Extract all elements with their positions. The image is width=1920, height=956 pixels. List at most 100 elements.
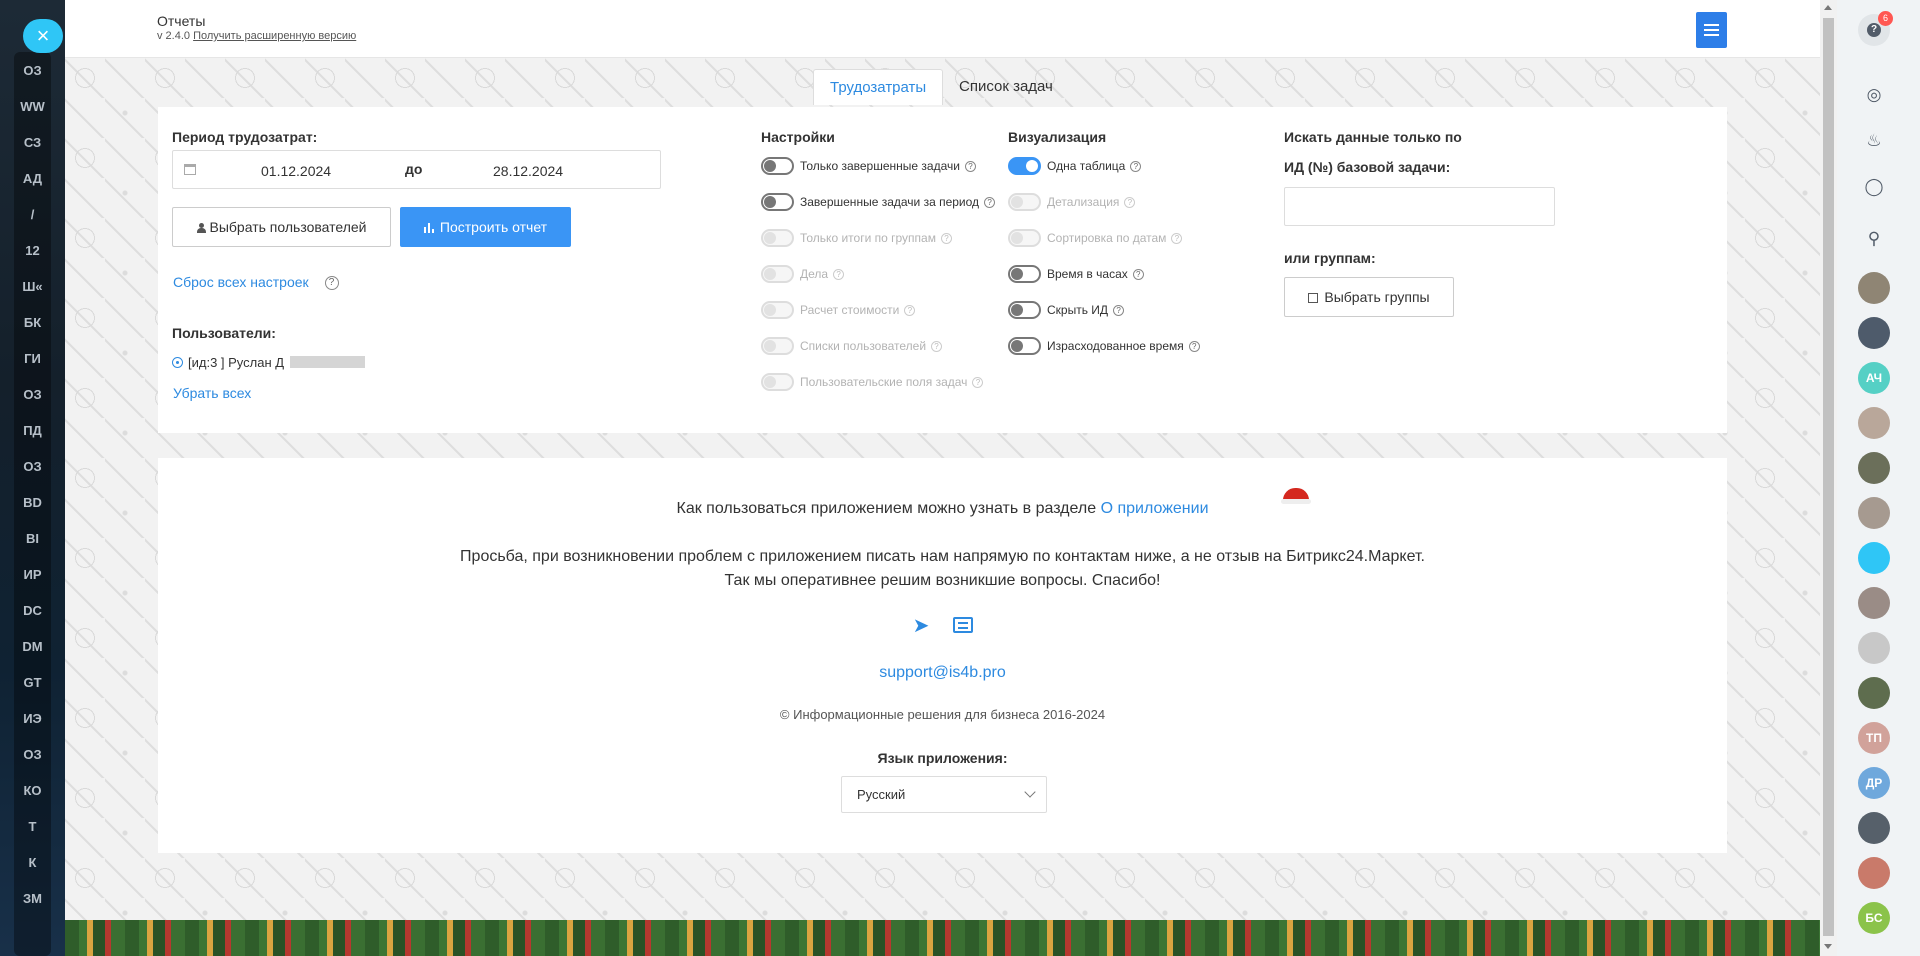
- close-icon[interactable]: ×: [23, 19, 63, 53]
- settings-section-title: Настройки: [761, 129, 835, 145]
- sidebar-item[interactable]: Т: [14, 813, 51, 841]
- avatar[interactable]: БС: [1858, 902, 1890, 934]
- avatar[interactable]: [1858, 542, 1890, 574]
- sidebar-item[interactable]: БК: [14, 309, 51, 337]
- upgrade-link[interactable]: Получить расширенную версию: [193, 30, 356, 42]
- toggle-switch[interactable]: [761, 373, 794, 391]
- toggle-switch[interactable]: [761, 193, 794, 211]
- sidebar-item[interactable]: BD: [14, 489, 51, 517]
- toggle-switch[interactable]: [1008, 229, 1041, 247]
- sidebar-item[interactable]: BI: [14, 525, 51, 553]
- sidebar-item[interactable]: ОЗ: [14, 741, 51, 769]
- toggle-switch[interactable]: [1008, 193, 1041, 211]
- toggle-switch[interactable]: [761, 229, 794, 247]
- help-icon[interactable]: ?: [1113, 305, 1125, 317]
- help-icon[interactable]: ?: [904, 305, 916, 317]
- date-range-field[interactable]: 01.12.2024 до 28.12.2024: [172, 150, 661, 189]
- help-icon[interactable]: ?: [931, 341, 943, 353]
- toggle-switch[interactable]: [1008, 157, 1041, 175]
- tab-labor[interactable]: Трудозатраты: [813, 69, 944, 105]
- scroll-up-icon[interactable]: [1824, 5, 1832, 10]
- scrollbar[interactable]: [1820, 0, 1837, 956]
- date-to[interactable]: 28.12.2024: [493, 163, 563, 179]
- sidebar-item[interactable]: ЗМ: [14, 885, 51, 913]
- toggle-switch[interactable]: [1008, 301, 1041, 319]
- avatar[interactable]: [1858, 272, 1890, 304]
- help-icon[interactable]: ?: [1171, 233, 1183, 245]
- help-icon[interactable]: ?: [972, 377, 984, 389]
- telegram-icon[interactable]: ➤: [910, 615, 932, 637]
- users-label: Пользователи:: [172, 325, 276, 341]
- sidebar-item[interactable]: WW: [14, 93, 51, 121]
- about-app-link[interactable]: О приложении: [1101, 500, 1209, 517]
- info-card: Как пользоваться приложением можно узнат…: [158, 458, 1727, 853]
- remove-user-icon[interactable]: [172, 357, 183, 368]
- toggle-switch[interactable]: [761, 337, 794, 355]
- avatar[interactable]: АЧ: [1858, 362, 1890, 394]
- support-email-link[interactable]: support@is4b.pro: [158, 664, 1727, 682]
- avatar[interactable]: [1858, 452, 1890, 484]
- avatar[interactable]: [1858, 497, 1890, 529]
- avatar[interactable]: ТП: [1858, 722, 1890, 754]
- sidebar-item[interactable]: ОЗ: [14, 57, 51, 85]
- sidebar-item[interactable]: ПД: [14, 417, 51, 445]
- avatar[interactable]: [1858, 677, 1890, 709]
- sidebar-item[interactable]: АД: [14, 165, 51, 193]
- reset-settings-link[interactable]: Сброс всех настроек ?: [173, 274, 339, 291]
- build-report-button[interactable]: Построить отчет: [400, 207, 571, 247]
- chat-icon[interactable]: [953, 615, 975, 637]
- sidebar-item[interactable]: КО: [14, 777, 51, 805]
- sidebar-item[interactable]: DC: [14, 597, 51, 625]
- toggle-switch[interactable]: [1008, 337, 1041, 355]
- sidebar-item[interactable]: ОЗ: [14, 381, 51, 409]
- toggle-switch[interactable]: [761, 301, 794, 319]
- sidebar-item[interactable]: DM: [14, 633, 51, 661]
- sidebar-item[interactable]: СЗ: [14, 129, 51, 157]
- sidebar-item[interactable]: ИР: [14, 561, 51, 589]
- scroll-thumb[interactable]: [1823, 18, 1834, 936]
- bell-icon[interactable]: ♨: [1863, 130, 1885, 152]
- sidebar-item[interactable]: ГИ: [14, 345, 51, 373]
- help-icon[interactable]: ?: [833, 269, 845, 281]
- help-icon[interactable]: ?: [1132, 269, 1144, 281]
- sidebar-item[interactable]: К: [14, 849, 51, 877]
- tab-task-list[interactable]: Список задач: [943, 69, 1069, 105]
- radar-icon[interactable]: ◎: [1863, 84, 1885, 106]
- menu-icon[interactable]: [1696, 12, 1727, 48]
- select-users-button[interactable]: Выбрать пользователей: [172, 207, 391, 247]
- chat-bubble-icon[interactable]: ◯: [1863, 176, 1885, 198]
- toggle-switch[interactable]: [761, 157, 794, 175]
- avatar[interactable]: [1858, 857, 1890, 889]
- select-groups-button[interactable]: Выбрать группы: [1284, 277, 1454, 317]
- help-icon[interactable]: ?: [1130, 161, 1142, 173]
- sidebar-item[interactable]: ОЗ: [14, 453, 51, 481]
- sidebar-item[interactable]: ИЭ: [14, 705, 51, 733]
- toggle-switch[interactable]: [1008, 265, 1041, 283]
- avatar[interactable]: [1858, 407, 1890, 439]
- avatar[interactable]: ДР: [1858, 767, 1890, 799]
- help-button[interactable]: ? 6: [1858, 11, 1893, 46]
- avatar[interactable]: [1858, 812, 1890, 844]
- option-label: Скрыть ИД?: [1047, 300, 1125, 320]
- help-icon[interactable]: ?: [1188, 341, 1200, 353]
- scroll-down-icon[interactable]: [1824, 944, 1832, 949]
- sidebar-item[interactable]: 12: [14, 237, 51, 265]
- search-icon[interactable]: ⚲: [1863, 228, 1885, 250]
- avatar[interactable]: [1858, 632, 1890, 664]
- sidebar-item[interactable]: Ш«: [14, 273, 51, 301]
- base-task-input[interactable]: [1284, 187, 1555, 226]
- remove-all-link[interactable]: Убрать всех: [173, 385, 251, 401]
- help-icon[interactable]: ?: [940, 233, 952, 245]
- help-icon[interactable]: ?: [1124, 197, 1136, 209]
- toggle-switch[interactable]: [761, 265, 794, 283]
- sidebar-item[interactable]: GT: [14, 669, 51, 697]
- help-icon[interactable]: ?: [984, 197, 996, 209]
- avatar[interactable]: [1858, 317, 1890, 349]
- date-from[interactable]: 01.12.2024: [261, 163, 331, 179]
- help-icon[interactable]: ?: [964, 161, 976, 173]
- avatar[interactable]: [1858, 587, 1890, 619]
- help-icon[interactable]: ?: [324, 276, 339, 291]
- sidebar-item[interactable]: /: [14, 201, 51, 229]
- language-select[interactable]: Русский: [841, 776, 1047, 813]
- option-text: Расчет стоимости: [800, 303, 900, 317]
